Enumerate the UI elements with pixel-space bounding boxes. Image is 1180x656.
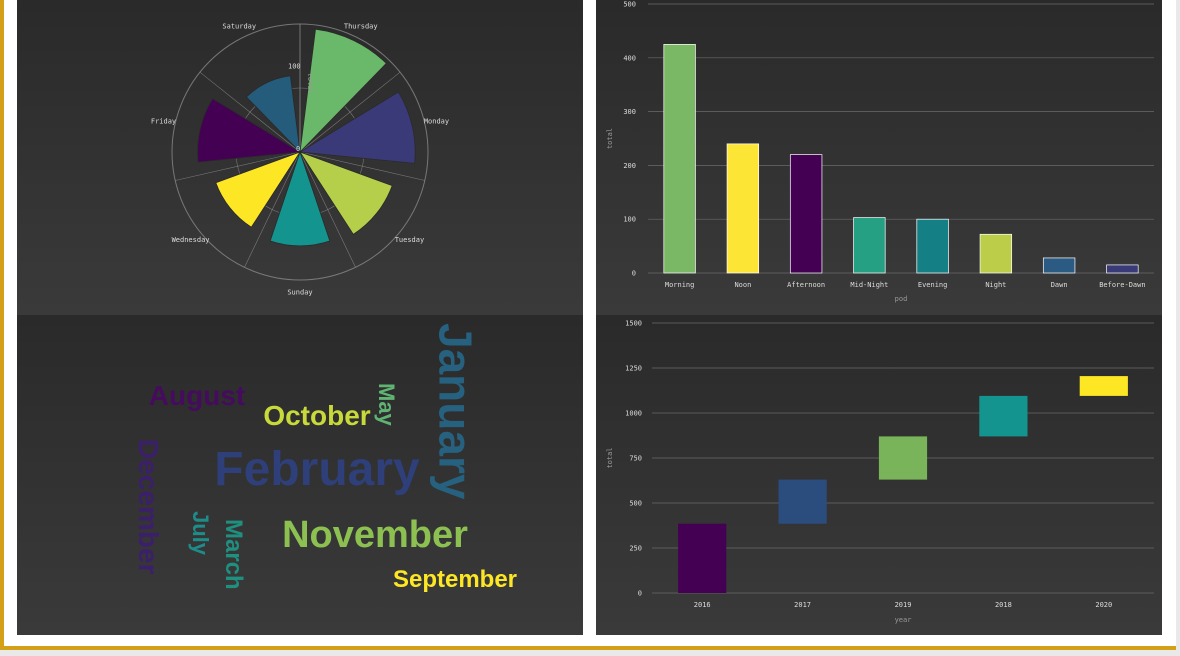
waterfall-ytick-0: 0 <box>638 590 642 598</box>
bar-chart: 0 100 200 300 400 500 Morning Noon Afternoon Mid-… <box>606 1 1154 303</box>
waterfall-ytick-1250: 1250 <box>625 365 642 373</box>
polar-label-friday: Friday <box>151 117 176 125</box>
bar-evening[interactable] <box>916 218 949 274</box>
waterfall-xtick-2016: 2016 <box>694 601 711 609</box>
bar-xtick-mid-night: Mid-Night <box>850 281 888 289</box>
word-july: July <box>188 511 213 556</box>
polar-label-thursday: Thursday <box>344 22 378 30</box>
bar-noon[interactable] <box>726 143 760 274</box>
bar-ytick-300: 300 <box>623 108 636 116</box>
polar-label-saturday: Saturday <box>222 22 256 30</box>
waterfall-bar-2020[interactable] <box>1079 376 1128 396</box>
bar-mid-night[interactable] <box>853 217 886 274</box>
polar-chart-panel: Thursday Monday Tuesday Sunday Wednesday Frid… <box>17 0 583 315</box>
waterfall-ytick-1000: 1000 <box>625 410 642 418</box>
bar-ytick-200: 200 <box>623 162 636 170</box>
waterfall-ytick-500: 500 <box>629 500 642 508</box>
waterfall-ytick-250: 250 <box>629 545 642 553</box>
bar-xtick-evening: Evening <box>918 281 948 289</box>
polar-axis-title: total <box>306 73 314 94</box>
word-december: December <box>133 439 164 575</box>
word-november: November <box>282 514 468 556</box>
bar-xtick-afternoon: Afternoon <box>787 281 825 289</box>
bar-dawn[interactable] <box>1042 257 1076 274</box>
polar-label-wednesday: Wednesday <box>172 236 210 244</box>
waterfall-xlabel: year <box>895 616 912 624</box>
polar-label-tuesday: Tuesday <box>395 236 425 244</box>
waterfall-xtick-2017: 2017 <box>794 601 811 609</box>
wordcloud-panel: January February November December August Oct… <box>17 315 583 635</box>
bar-xtick-noon: Noon <box>734 281 751 289</box>
waterfall-chart-panel: 0 250 500 750 1000 1250 1500 2016 2017 2019 2018 20… <box>596 315 1162 635</box>
waterfall-bar-2017[interactable] <box>778 479 827 524</box>
waterfall-ylabel: total <box>606 447 614 468</box>
polar-tick-0: 0 <box>296 145 300 153</box>
word-august: August <box>149 380 245 411</box>
waterfall-xtick-2019: 2019 <box>895 601 912 609</box>
waterfall-bar-2019[interactable] <box>878 436 928 480</box>
bar-xlabel: pod <box>895 295 908 303</box>
waterfall-bar-2016[interactable] <box>678 523 727 593</box>
waterfall-ytick-750: 750 <box>629 455 642 463</box>
polar-label-monday: Monday <box>424 117 449 125</box>
word-october: October <box>263 400 370 431</box>
polar-tick-100: 100 <box>288 63 301 71</box>
bar-ytick-400: 400 <box>623 54 636 62</box>
word-cloud: JanuaryFebruary November December August Oct… <box>133 323 517 593</box>
bar-night[interactable] <box>979 233 1013 274</box>
bar-xtick-before-dawn: Before-Dawn <box>1099 281 1145 289</box>
word-september: September <box>393 566 517 593</box>
bar-morning[interactable] <box>663 43 696 274</box>
word-january: January <box>429 323 481 500</box>
waterfall-ytick-1500: 1500 <box>625 320 642 328</box>
bar-xtick-morning: Morning <box>665 281 695 289</box>
waterfall-xtick-2020: 2020 <box>1095 601 1112 609</box>
bar-ytick-100: 100 <box>623 216 636 224</box>
bar-chart-panel: 0 100 200 300 400 500 Morning Noon Afternoon Mid-… <box>596 0 1162 315</box>
bar-ylabel: total <box>606 128 614 149</box>
bar-before-dawn[interactable] <box>1106 264 1139 274</box>
bar-ytick-500: 500 <box>623 1 636 9</box>
word-february: February <box>214 443 420 496</box>
waterfall-xtick-2018: 2018 <box>995 601 1012 609</box>
word-march: March <box>220 519 247 590</box>
waterfall-chart: 0 250 500 750 1000 1250 1500 2016 2017 2019 2018 20… <box>606 320 1154 624</box>
bar-afternoon[interactable] <box>789 154 823 274</box>
polar-label-sunday: Sunday <box>287 289 312 297</box>
bar-xtick-night: Night <box>985 281 1006 289</box>
bar-ytick-0: 0 <box>632 270 636 278</box>
bar-xtick-dawn: Dawn <box>1051 281 1068 289</box>
word-may: May <box>374 383 399 427</box>
polar-chart: Thursday Monday Tuesday Sunday Wednesday Frid… <box>151 22 449 297</box>
waterfall-bar-2018[interactable] <box>979 395 1028 437</box>
